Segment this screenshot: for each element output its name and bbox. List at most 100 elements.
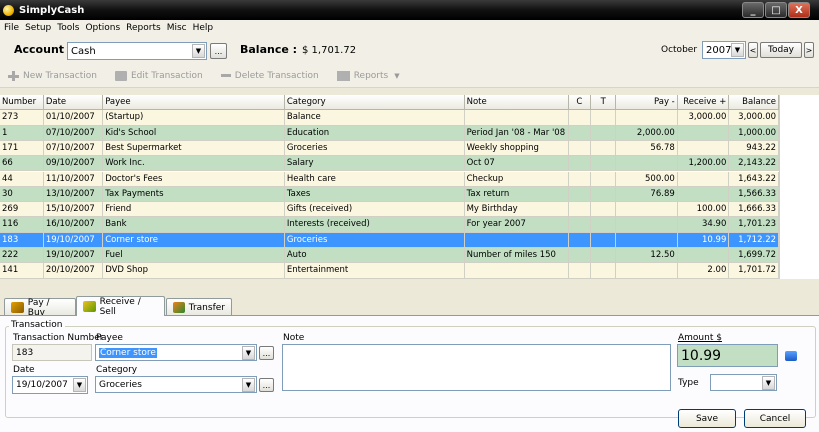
today-button[interactable]: Today [760,42,802,58]
amount-field[interactable]: 10.99 [677,344,778,367]
table-cell: 183 [0,232,44,248]
table-row[interactable]: 44 11/10/2007 Doctor's Fees Health care Chec… [0,171,780,187]
account-bar: Account Cash ▼ ... Balance : $ 1,701.72 … [0,36,819,64]
edit-transaction-button[interactable]: Edit Transaction [114,70,203,81]
account-label: Account [14,43,65,56]
col-note[interactable]: Note [464,95,569,111]
col-pay[interactable]: Pay - [616,95,678,111]
grid-spacer [0,279,819,296]
tab-transfer[interactable]: Transfer [166,298,232,316]
table-row[interactable]: 269 15/10/2007 Friend Gifts (received) My Bi… [0,202,780,218]
chevron-down-icon[interactable]: ▼ [73,378,86,392]
table-cell [591,217,617,233]
tab-pay-buy[interactable]: Pay / Buy [4,298,76,318]
chevron-down-icon[interactable]: ▼ [242,378,255,392]
toolbar: New Transaction Edit Transaction Delete … [0,64,819,88]
delete-transaction-button[interactable]: Delete Transaction [220,71,319,81]
table-row[interactable]: 141 20/10/2007 DVD Shop Entertainment 2.00 1,… [0,263,780,279]
year-select[interactable]: 2007 ▼ [702,41,746,59]
chevron-down-icon[interactable]: ▼ [731,43,744,57]
table-row[interactable]: 183 19/10/2007 Corner store Groceries 10.99 1… [0,232,780,248]
chevron-down-icon[interactable]: ▼ [192,44,205,58]
category-combo[interactable]: Groceries ▼ [95,376,257,393]
reports-button[interactable]: Reports ▼ [336,70,400,81]
menu-help[interactable]: Help [193,23,214,33]
table-cell [591,202,617,218]
table-cell: Oct 07 [464,156,569,172]
table-cell [616,263,678,279]
table-cell: 2,143.22 [729,156,780,172]
col-number[interactable]: Number [0,95,44,111]
col-category[interactable]: Category [284,95,465,111]
chevron-down-icon[interactable]: ▼ [242,346,255,360]
table-cell [591,156,617,172]
tab-receive-sell[interactable]: Receive / Sell [76,296,165,317]
payee-combo[interactable]: Corner store ▼ [95,344,257,361]
cancel-button[interactable]: Cancel [744,409,806,428]
table-cell: 10.99 [677,232,730,248]
table-cell: Best Supermarket [103,140,285,157]
chevron-down-icon[interactable]: ▼ [762,376,775,390]
payee-browse-button[interactable]: ... [259,346,274,360]
table-cell [591,125,617,141]
table-cell [591,248,617,264]
table-row[interactable]: 171 07/10/2007 Best Supermarket Groceries We… [0,140,780,157]
prev-month-button[interactable]: < [748,42,758,58]
balance-value: $ 1,701.72 [302,45,357,56]
table-cell: Groceries [284,232,465,248]
menu-tools[interactable]: Tools [57,23,79,33]
payee-value: Corner store [99,347,157,358]
menu-reports[interactable]: Reports [126,23,161,33]
menu-options[interactable]: Options [85,23,120,33]
table-cell [568,156,592,172]
maximize-button[interactable]: □ [765,2,787,18]
table-cell: 500.00 [616,171,678,187]
menu-setup[interactable]: Setup [25,23,51,33]
close-button[interactable]: X [788,2,810,18]
table-row[interactable]: 116 16/10/2007 Bank Interests (received) For… [0,217,780,233]
table-cell [591,186,617,203]
next-month-button[interactable]: > [804,42,814,58]
transaction-number-field: 183 [12,344,92,361]
table-row[interactable]: 273 01/10/2007 (Startup) Balance 3,000.00 3,0… [0,110,780,126]
table-cell [616,232,678,248]
account-select[interactable]: Cash ▼ [67,42,207,60]
menu-file[interactable]: File [4,23,19,33]
table-cell: 1,712.22 [729,232,780,248]
table-cell [677,186,730,203]
calculator-icon[interactable] [785,351,797,361]
note-label: Note [283,333,305,343]
minus-icon [220,74,231,77]
col-t[interactable]: T [591,95,617,111]
account-browse-button[interactable]: ... [210,43,227,59]
col-payee[interactable]: Payee [103,95,285,111]
note-textarea[interactable] [282,344,671,391]
table-cell [677,140,730,157]
minimize-button[interactable]: _ [742,2,764,18]
save-button[interactable]: Save [678,409,736,428]
table-cell [568,263,592,279]
transaction-tabs: Pay / Buy Receive / Sell Transfer [0,296,819,318]
table-row[interactable]: 1 07/10/2007 Kid's School Education Period J… [0,125,780,141]
menu-misc[interactable]: Misc [167,23,187,33]
type-select[interactable]: ▼ [710,374,777,391]
table-row[interactable]: 30 13/10/2007 Tax Payments Taxes Tax return 7… [0,186,780,203]
category-browse-button[interactable]: ... [259,378,274,392]
year-value: 2007 [706,44,732,56]
type-label: Type [678,378,699,388]
tab-receive-sell-label: Receive / Sell [99,296,141,317]
table-cell: Checkup [464,171,569,187]
col-date[interactable]: Date [43,95,104,111]
table-row[interactable]: 222 19/10/2007 Fuel Auto Number of miles 150… [0,248,780,264]
date-picker[interactable]: 19/10/2007 ▼ [12,376,88,394]
col-c[interactable]: C [568,95,592,111]
transaction-number-label: Transaction Number [13,333,104,343]
table-cell [568,140,592,157]
table-cell: Kid's School [103,125,285,141]
new-transaction-button[interactable]: New Transaction [8,70,97,81]
col-balance[interactable]: Balance [729,95,780,111]
table-cell: For year 2007 [464,217,569,233]
transaction-grid[interactable]: Number Date Payee Category Note C T Pay … [0,95,819,279]
col-receive[interactable]: Receive + [677,95,730,111]
table-row[interactable]: 66 09/10/2007 Work Inc. Salary Oct 07 1,200.0… [0,156,780,172]
